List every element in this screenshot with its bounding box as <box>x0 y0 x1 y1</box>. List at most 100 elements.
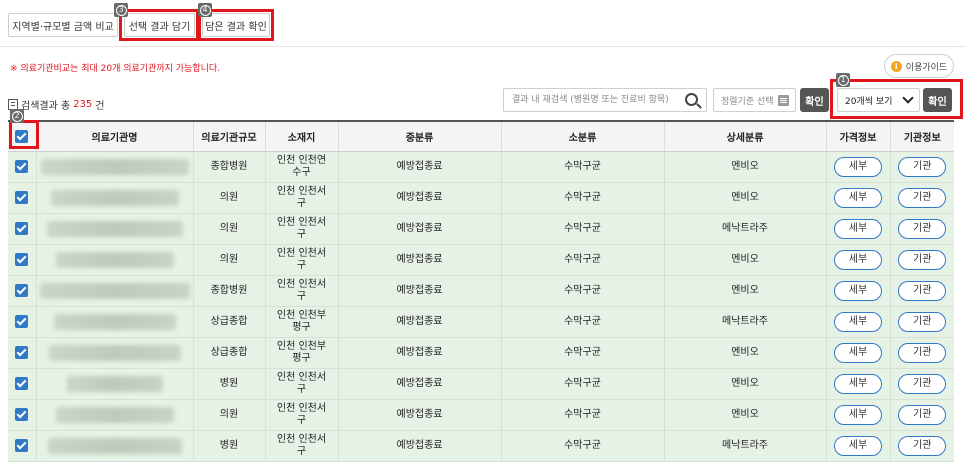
row-select-cell <box>8 399 37 431</box>
table-row[interactable]: 상급종합 인천 인천부 평구 예방접종료 수막구균 메낙트라주 세부 기관 <box>8 306 954 338</box>
institution-info-button[interactable]: 기관 <box>898 311 947 332</box>
table-row[interactable]: 의원 인천 인천서 구 예방접종료 수막구균 멘비오 세부 기관 <box>8 399 954 431</box>
institution-info-button[interactable]: 기관 <box>898 156 947 177</box>
table-row[interactable]: 의원 인천 인천서 구 예방접종료 수막구균 멘비오 세부 기관 <box>8 182 954 214</box>
row-checkbox[interactable] <box>15 190 29 204</box>
row-checkbox[interactable] <box>15 438 29 452</box>
table-row[interactable]: 병원 인천 인천서 구 예방접종료 수막구균 메낙트라주 세부 기관 <box>8 430 954 462</box>
row-checkbox[interactable] <box>15 345 29 359</box>
small-category-cell: 수막구균 <box>501 430 665 462</box>
price-detail-button[interactable]: 세부 <box>834 187 882 208</box>
location-line-1: 인천 인천서 <box>276 433 327 445</box>
search-box <box>503 88 707 112</box>
institution-name-cell <box>36 306 194 338</box>
result-suffix: 건 <box>95 101 105 112</box>
blurred-institution-name <box>53 313 176 330</box>
blurred-institution-name <box>50 189 179 206</box>
price-detail-button[interactable]: 세부 <box>834 280 882 301</box>
location-cell: 인천 인천서 구 <box>265 275 339 307</box>
size-cell: 상급종합 <box>193 337 266 369</box>
institution-info-cell: 기관 <box>890 275 954 307</box>
location-line-2: 구 <box>296 414 307 426</box>
table-row[interactable]: 종합병원 인천 인천서 구 예방접종료 수막구균 멘비오 세부 기관 <box>8 275 954 307</box>
marker-3: 3 <box>114 3 128 17</box>
institution-info-button[interactable]: 기관 <box>898 249 947 270</box>
mid-category-cell: 예방접종료 <box>338 244 502 276</box>
small-category-cell: 수막구균 <box>501 368 665 400</box>
blurred-institution-name <box>55 251 174 268</box>
location-cell: 인천 인천서 구 <box>265 430 339 462</box>
location-cell: 인천 인천서 구 <box>265 399 339 431</box>
table-row[interactable]: 의원 인천 인천서 구 예방접종료 수막구균 메낙트라주 세부 기관 <box>8 213 954 245</box>
price-detail-button[interactable]: 세부 <box>834 156 882 177</box>
location-cell: 인천 인천부 평구 <box>265 306 339 338</box>
small-category-cell: 수막구균 <box>501 337 665 369</box>
chevron-down-icon <box>902 92 914 104</box>
price-info-cell: 세부 <box>826 244 891 276</box>
table-row[interactable]: 종합병원 인천 인천연 수구 예방접종료 수막구균 멘비오 세부 기관 <box>8 151 954 183</box>
row-checkbox[interactable] <box>15 159 29 173</box>
search-icon[interactable] <box>685 93 698 106</box>
region-compare-button[interactable]: 지역별·규모별 금액 비교 <box>8 13 118 37</box>
sort-confirm-button[interactable]: 확인 <box>800 88 829 112</box>
detail-category-cell: 멘비오 <box>664 368 827 400</box>
detail-category-cell: 메낙트라주 <box>664 430 827 462</box>
location-line-2: 수구 <box>292 166 311 178</box>
add-selected-button[interactable]: 선택 결과 담기 <box>124 13 195 37</box>
institution-info-button[interactable]: 기관 <box>898 187 947 208</box>
row-checkbox[interactable] <box>15 283 29 297</box>
table-row[interactable]: 병원 인천 인천서 구 예방접종료 수막구균 멘비오 세부 기관 <box>8 368 954 400</box>
small-category-cell: 수막구균 <box>501 213 665 245</box>
blurred-institution-name <box>48 344 181 361</box>
price-info-cell: 세부 <box>826 275 891 307</box>
price-info-cell: 세부 <box>826 399 891 431</box>
location-line-2: 구 <box>296 197 307 209</box>
price-detail-button[interactable]: 세부 <box>834 435 882 456</box>
location-cell: 인천 인천연 수구 <box>265 151 339 183</box>
institution-info-button[interactable]: 기관 <box>898 280 947 301</box>
view-confirm-button[interactable]: 확인 <box>923 88 952 112</box>
select-all-checkbox[interactable] <box>15 129 29 143</box>
col-small-category: 소분류 <box>501 120 665 152</box>
table-row[interactable]: 상급종합 인천 인천부 평구 예방접종료 수막구균 멘비오 세부 기관 <box>8 337 954 369</box>
row-checkbox[interactable] <box>15 221 29 235</box>
col-detail-category: 상세분류 <box>664 120 827 152</box>
price-info-cell: 세부 <box>826 337 891 369</box>
view-count-select[interactable]: 20개씩 보기 <box>837 88 920 112</box>
detail-category-cell: 멘비오 <box>664 151 827 183</box>
location-line-2: 구 <box>296 383 307 395</box>
institution-info-button[interactable]: 기관 <box>898 218 947 239</box>
institution-name-cell <box>36 337 194 369</box>
price-detail-button[interactable]: 세부 <box>834 218 882 239</box>
price-detail-button[interactable]: 세부 <box>834 311 882 332</box>
view-added-button[interactable]: 담은 결과 확인 <box>202 13 270 37</box>
table-header: 의료기관명 의료기관규모 소재지 중분류 소분류 상세분류 가격정보 기관정보 <box>8 120 954 152</box>
row-select-cell <box>8 306 37 338</box>
size-cell: 종합병원 <box>193 151 266 183</box>
row-checkbox[interactable] <box>15 314 29 328</box>
institution-info-button[interactable]: 기관 <box>898 342 947 363</box>
result-number: 235 <box>73 99 93 110</box>
guide-button[interactable]: i 이용가이드 <box>884 54 954 78</box>
price-detail-button[interactable]: 세부 <box>834 342 882 363</box>
row-checkbox[interactable] <box>15 407 29 421</box>
institution-info-cell: 기관 <box>890 182 954 214</box>
row-checkbox[interactable] <box>15 252 29 266</box>
price-detail-button[interactable]: 세부 <box>834 249 882 270</box>
select-all-cell <box>8 120 37 152</box>
guide-label: 이용가이드 <box>905 62 948 73</box>
price-detail-button[interactable]: 세부 <box>834 404 882 425</box>
sort-select[interactable]: 정렬기준 선택 <box>713 88 796 112</box>
institution-info-cell: 기관 <box>890 399 954 431</box>
small-category-cell: 수막구균 <box>501 151 665 183</box>
institution-name-cell <box>36 151 194 183</box>
row-checkbox[interactable] <box>15 376 29 390</box>
institution-info-button[interactable]: 기관 <box>898 404 947 425</box>
institution-info-button[interactable]: 기관 <box>898 435 947 456</box>
search-input[interactable] <box>504 89 680 111</box>
location-line-2: 평구 <box>292 321 311 333</box>
price-detail-button[interactable]: 세부 <box>834 373 882 394</box>
table-row[interactable]: 의원 인천 인천서 구 예방접종료 수막구균 멘비오 세부 기관 <box>8 244 954 276</box>
institution-info-button[interactable]: 기관 <box>898 373 947 394</box>
mid-category-cell: 예방접종료 <box>338 368 502 400</box>
